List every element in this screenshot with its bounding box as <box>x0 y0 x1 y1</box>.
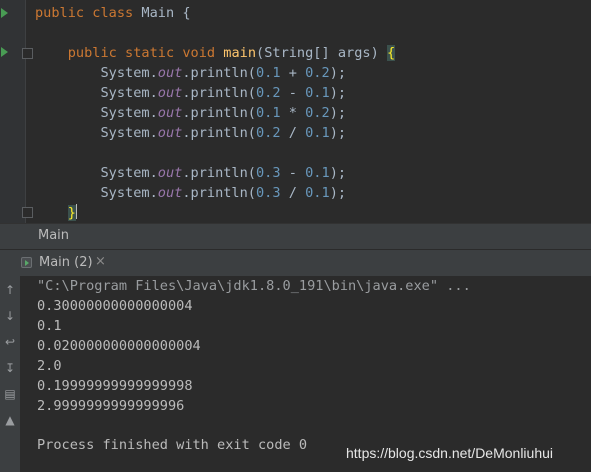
code-token: .println( <box>182 125 256 141</box>
code-line[interactable]: System.out.println(0.1 * 0.2); <box>35 103 346 123</box>
code-token: class <box>92 5 142 21</box>
code-token: .println( <box>182 185 256 201</box>
code-token: out <box>157 185 183 201</box>
code-token: 0.2 <box>305 105 330 121</box>
code-token: out <box>157 85 183 101</box>
code-token: 0.2 <box>256 125 281 141</box>
code-token: ); <box>329 165 347 181</box>
code-token: ); <box>329 85 347 101</box>
code-token: .println( <box>182 65 256 81</box>
run-main-icon[interactable] <box>1 47 8 57</box>
code-token: 0.1 <box>256 105 281 121</box>
console-line: 0.1 <box>37 318 62 334</box>
console-output[interactable]: "C:\Program Files\Java\jdk1.8.0_191\bin\… <box>20 276 591 472</box>
console-toolbar: ↑ ↓ ↩ ↧ ▤ ▲ <box>0 276 20 472</box>
run-class-icon[interactable] <box>1 8 8 18</box>
console-line: 2.0 <box>37 358 62 374</box>
console-command: "C:\Program Files\Java\jdk1.8.0_191\bin\… <box>37 278 471 294</box>
code-token: 0.2 <box>305 65 330 81</box>
code-token: 0.1 <box>305 85 330 101</box>
code-token: System. <box>35 65 158 81</box>
code-token: main <box>223 45 257 61</box>
code-line[interactable]: public static void main(String[] args) { <box>35 43 396 63</box>
arrow-down-icon[interactable]: ↓ <box>2 308 18 324</box>
run-config-icon <box>21 257 32 268</box>
watermark: https://blog.csdn.net/DeMonliuhui <box>346 445 554 461</box>
code-token: out <box>157 65 183 81</box>
code-token: Main { <box>141 5 191 21</box>
code-token: 0.1 <box>305 185 330 201</box>
code-token: void <box>182 45 224 61</box>
fold-marker-icon[interactable] <box>22 48 33 59</box>
code-line[interactable]: System.out.println(0.1 + 0.2); <box>35 63 346 83</box>
code-token: out <box>157 125 183 141</box>
exit-message: Process finished with exit code 0 <box>37 437 308 453</box>
console-line: 0.020000000000000004 <box>37 338 201 354</box>
code-line[interactable]: public class Main { <box>35 3 191 23</box>
breadcrumb-bar: Main <box>0 223 591 249</box>
code-token: System. <box>35 165 158 181</box>
code-token: } <box>67 205 76 221</box>
code-token: 0.1 <box>256 65 281 81</box>
code-token: ); <box>329 125 347 141</box>
scroll-to-end-icon[interactable]: ↧ <box>2 360 18 376</box>
code-token: * <box>280 105 306 121</box>
soft-wrap-icon[interactable]: ↩ <box>2 334 18 350</box>
arrow-up-icon[interactable]: ↑ <box>2 282 18 298</box>
code-line[interactable]: System.out.println(0.3 - 0.1); <box>35 163 346 183</box>
code-token: System. <box>35 185 158 201</box>
code-token: System. <box>35 125 158 141</box>
tab-run-main[interactable]: Main (2) <box>39 255 93 270</box>
code-token: / <box>280 185 306 201</box>
code-token: 0.2 <box>256 85 281 101</box>
console-line: 0.30000000000000004 <box>37 298 193 314</box>
code-token: - <box>280 85 306 101</box>
code-token: (String[] args) <box>256 45 387 61</box>
print-icon[interactable]: ▤ <box>2 386 18 402</box>
code-token: 0.1 <box>305 165 330 181</box>
console-line: 0.19999999999999998 <box>37 378 193 394</box>
code-token: .println( <box>182 165 256 181</box>
code-token: System. <box>35 85 158 101</box>
code-token: ); <box>329 185 347 201</box>
console-line: 2.9999999999999996 <box>37 398 185 414</box>
run-tool-window-header: Main (2) × <box>0 249 591 276</box>
code-line[interactable]: System.out.println(0.3 / 0.1); <box>35 183 346 203</box>
code-token: System. <box>35 105 158 121</box>
code-token: .println( <box>182 85 256 101</box>
code-token: ); <box>329 105 347 121</box>
code-token: 0.3 <box>256 185 281 201</box>
code-token: { <box>386 45 396 61</box>
code-token: ); <box>329 65 347 81</box>
code-token: static <box>125 45 183 61</box>
editor-gutter <box>0 0 26 223</box>
code-token: out <box>157 105 183 121</box>
breadcrumb[interactable]: Main <box>38 228 69 243</box>
code-token: - <box>280 165 306 181</box>
code-line[interactable]: System.out.println(0.2 / 0.1); <box>35 123 346 143</box>
code-token: public <box>35 5 93 21</box>
trash-icon[interactable]: ▲ <box>2 412 18 428</box>
code-line[interactable]: } <box>35 203 77 223</box>
code-token: .println( <box>182 105 256 121</box>
code-token: public <box>67 45 126 61</box>
gutter-divider <box>25 0 26 223</box>
fold-marker-icon[interactable] <box>22 207 33 218</box>
code-token: / <box>280 125 306 141</box>
close-icon[interactable]: × <box>95 254 106 269</box>
code-line[interactable]: System.out.println(0.2 - 0.1); <box>35 83 346 103</box>
text-caret <box>75 204 77 219</box>
code-token: + <box>280 65 306 81</box>
code-editor[interactable]: public class Main { public static void m… <box>0 0 591 223</box>
code-token: out <box>157 165 183 181</box>
code-token: 0.1 <box>305 125 330 141</box>
code-token: 0.3 <box>256 165 281 181</box>
